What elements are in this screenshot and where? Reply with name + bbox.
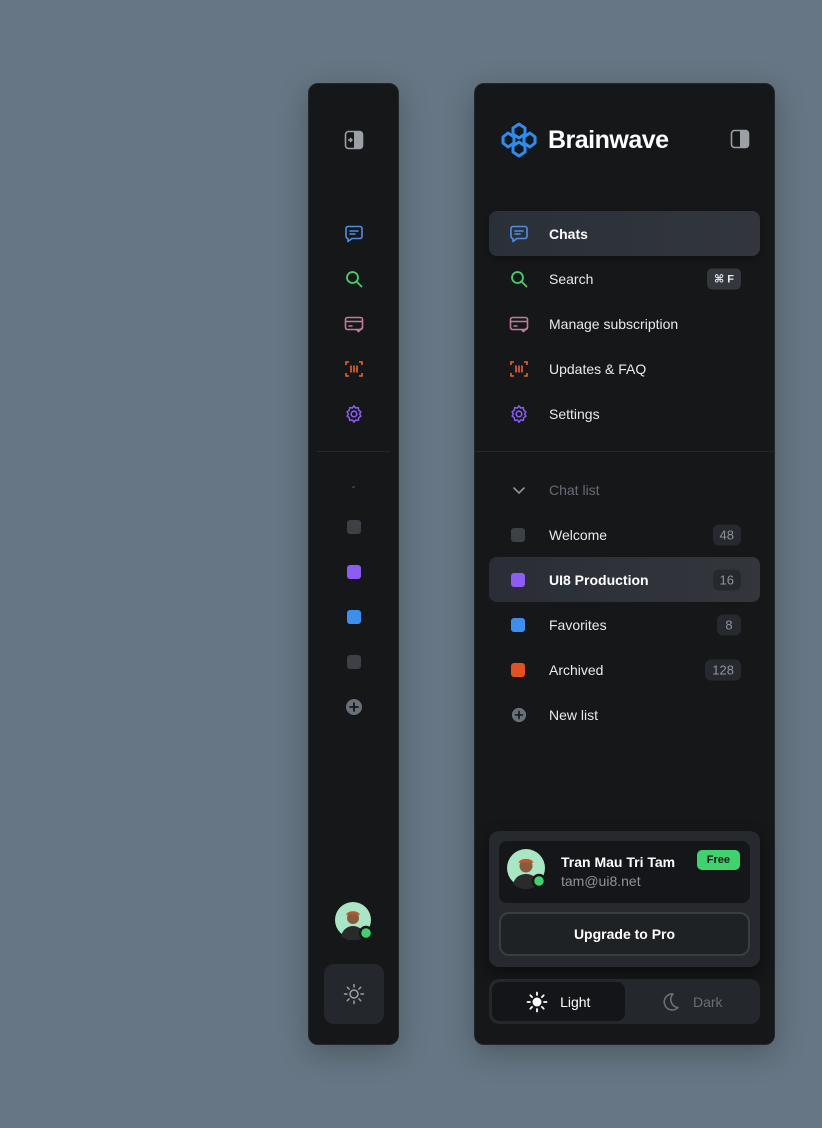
main-nav: Chats Search ⌘ F Manage subscription Upd… bbox=[489, 211, 760, 436]
nav-item-settings[interactable]: Settings bbox=[489, 391, 760, 436]
rail-list-archived[interactable] bbox=[346, 655, 361, 669]
expanded-sidebar: Brainwave Chats Search ⌘ F Manage subscr… bbox=[474, 83, 775, 1045]
nav-label: Manage subscription bbox=[549, 315, 679, 332]
add-list-icon[interactable] bbox=[342, 695, 366, 719]
sun-icon bbox=[343, 983, 365, 1005]
avatar[interactable] bbox=[335, 902, 374, 941]
moon-icon bbox=[663, 992, 679, 1011]
theme-light-option[interactable]: Light bbox=[492, 982, 625, 1021]
list-count-badge: 48 bbox=[712, 524, 741, 545]
list-item-archived[interactable]: Archived 128 bbox=[489, 647, 760, 692]
chevron-down-icon bbox=[511, 482, 527, 498]
card-check-icon bbox=[509, 314, 529, 334]
avatar bbox=[507, 849, 547, 890]
nav-item-manage-subscription[interactable]: Manage subscription bbox=[489, 301, 760, 346]
add-circle-icon bbox=[511, 707, 527, 723]
user-profile[interactable]: Tran Mau Tri Tam tam@ui8.net Free bbox=[499, 841, 750, 903]
theme-dark-option[interactable]: Dark bbox=[625, 982, 758, 1021]
new-list-label: New list bbox=[549, 706, 599, 723]
chat-icon[interactable] bbox=[342, 222, 366, 246]
barcode-scan-icon bbox=[509, 359, 529, 379]
brand-logo[interactable]: Brainwave bbox=[500, 120, 669, 160]
list-item-ui8-production[interactable]: UI8 Production 16 bbox=[489, 557, 760, 602]
sun-icon bbox=[526, 991, 548, 1012]
list-item-favorites[interactable]: Favorites 8 bbox=[489, 602, 760, 647]
rail-list-ui8-production[interactable] bbox=[346, 565, 361, 579]
collapse-sidebar-icon[interactable] bbox=[730, 129, 752, 151]
brainwave-logo-icon bbox=[501, 122, 537, 158]
list-color-swatch bbox=[511, 617, 525, 632]
list-label: Archived bbox=[549, 661, 604, 678]
expand-sidebar-icon[interactable] bbox=[342, 128, 366, 152]
theme-switch: Light Dark bbox=[489, 979, 760, 1024]
nav-label: Chats bbox=[549, 225, 588, 242]
list-count-badge: 8 bbox=[717, 614, 741, 635]
theme-toggle-button[interactable] bbox=[324, 964, 384, 1024]
barcode-scan-icon[interactable] bbox=[342, 357, 366, 381]
nav-item-chats[interactable]: Chats bbox=[489, 211, 760, 256]
list-count-badge: 128 bbox=[705, 659, 741, 680]
search-icon[interactable] bbox=[342, 267, 366, 291]
brand-name: Brainwave bbox=[548, 125, 669, 154]
search-icon bbox=[509, 269, 529, 289]
list-label: UI8 Production bbox=[549, 571, 649, 588]
card-check-icon[interactable] bbox=[342, 312, 366, 336]
new-list-button[interactable]: New list bbox=[489, 692, 760, 737]
user-card: Tran Mau Tri Tam tam@ui8.net Free Upgrad… bbox=[489, 831, 760, 967]
list-item-welcome[interactable]: Welcome 48 bbox=[489, 512, 760, 557]
nav-label: Search bbox=[549, 270, 594, 287]
section-divider bbox=[475, 451, 774, 452]
plan-badge: Free bbox=[696, 850, 740, 870]
list-label: Welcome bbox=[549, 526, 608, 543]
rail-collapse-indicator[interactable]: - bbox=[352, 479, 356, 493]
user-name: Tran Mau Tri Tam bbox=[561, 854, 676, 870]
search-shortcut-badge: ⌘ F bbox=[707, 268, 741, 289]
gear-icon bbox=[509, 404, 529, 424]
chat-list-header-label: Chat list bbox=[549, 481, 600, 498]
nav-label: Settings bbox=[549, 405, 600, 422]
chat-lists: Chat list Welcome 48 UI8 Production 16 F… bbox=[489, 467, 760, 737]
rail-divider bbox=[317, 451, 390, 452]
list-count-badge: 16 bbox=[712, 569, 741, 590]
theme-dark-label: Dark bbox=[692, 993, 723, 1010]
upgrade-button[interactable]: Upgrade to Pro bbox=[499, 912, 750, 956]
nav-item-search[interactable]: Search ⌘ F bbox=[489, 256, 760, 301]
chat-list-header[interactable]: Chat list bbox=[489, 467, 760, 512]
list-color-swatch bbox=[511, 572, 525, 587]
collapsed-sidebar: - bbox=[308, 83, 399, 1045]
rail-list-favorites[interactable] bbox=[346, 610, 361, 624]
nav-label: Updates & FAQ bbox=[549, 360, 647, 377]
theme-light-label: Light bbox=[560, 993, 591, 1010]
list-color-swatch bbox=[511, 662, 525, 677]
chat-icon bbox=[509, 224, 529, 244]
list-color-swatch bbox=[511, 527, 525, 542]
gear-icon[interactable] bbox=[342, 402, 366, 426]
user-email: tam@ui8.net bbox=[561, 873, 641, 889]
list-label: Favorites bbox=[549, 616, 607, 633]
rail-list-welcome[interactable] bbox=[346, 520, 361, 534]
nav-item-updates-faq[interactable]: Updates & FAQ bbox=[489, 346, 760, 391]
